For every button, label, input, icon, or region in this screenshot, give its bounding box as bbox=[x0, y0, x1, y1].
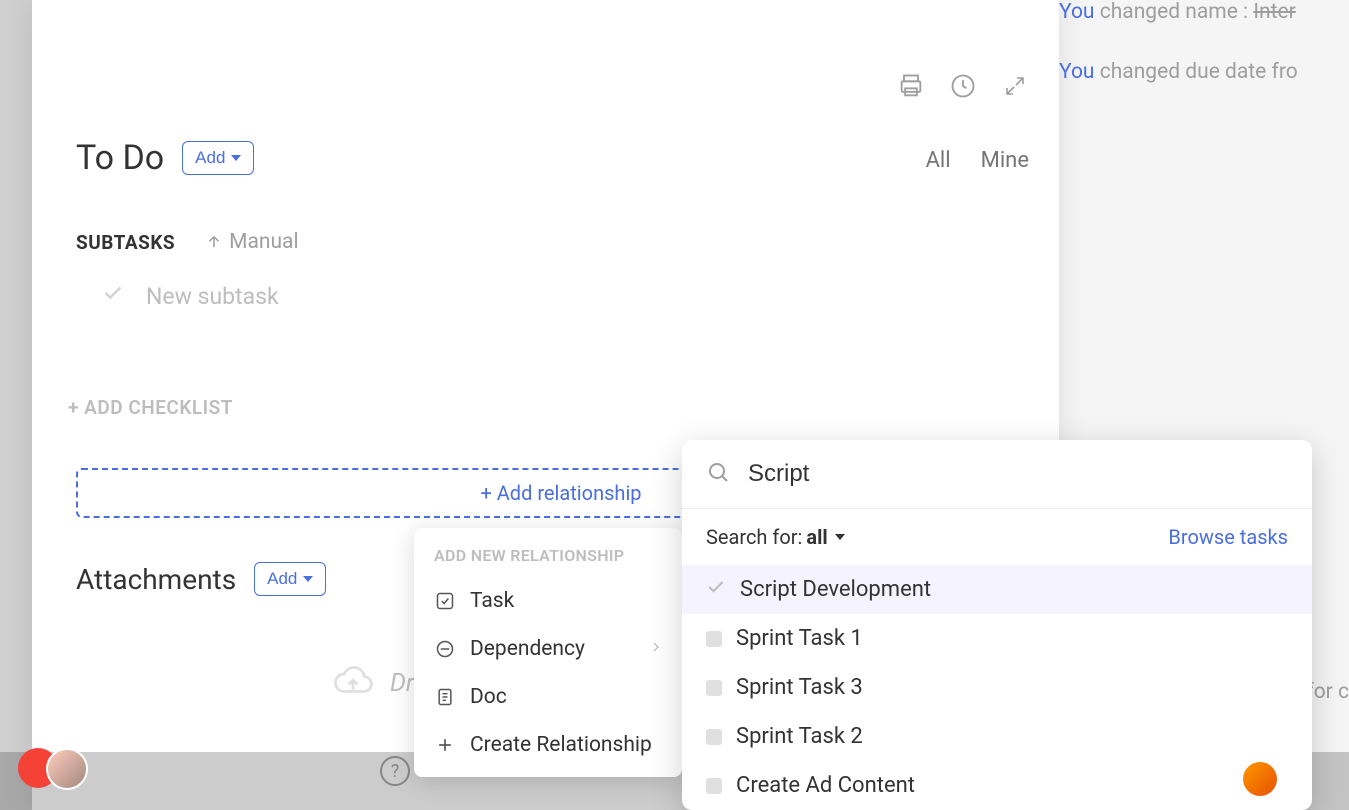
heading-row: To Do Add bbox=[76, 138, 254, 178]
search-results-list: Script Development Sprint Task 1 Sprint Ta… bbox=[682, 565, 1312, 810]
new-subtask-row[interactable]: New subtask bbox=[102, 282, 279, 310]
subtasks-sort-button[interactable]: Manual bbox=[205, 230, 298, 254]
help-icon[interactable]: ? bbox=[380, 756, 410, 786]
user-avatar[interactable] bbox=[1243, 762, 1277, 796]
search-result-label: Sprint Task 2 bbox=[736, 724, 863, 749]
attachments-header: Attachments Add bbox=[76, 562, 326, 596]
print-icon[interactable] bbox=[897, 72, 925, 100]
activity-actor: You bbox=[1059, 60, 1095, 84]
status-square-icon bbox=[706, 631, 722, 647]
rel-option-dependency[interactable]: Dependency bbox=[414, 625, 682, 673]
rel-option-doc[interactable]: Doc bbox=[414, 673, 682, 721]
status-square-icon bbox=[706, 778, 722, 794]
status-square-icon bbox=[706, 729, 722, 745]
rel-option-label: Task bbox=[470, 589, 514, 613]
dropzone-text: Dr bbox=[390, 669, 414, 698]
activity-filter-tabs: All Mine bbox=[926, 148, 1029, 173]
search-input[interactable] bbox=[748, 460, 1288, 488]
tab-all[interactable]: All bbox=[926, 148, 951, 173]
attachments-add-label: Add bbox=[267, 569, 297, 589]
cloud-upload-icon bbox=[332, 660, 374, 706]
panel-top-icons bbox=[897, 72, 1029, 100]
task-icon bbox=[434, 590, 456, 612]
history-icon[interactable] bbox=[949, 72, 977, 100]
chevron-down-icon bbox=[835, 534, 845, 540]
sort-up-icon bbox=[205, 233, 223, 251]
new-subtask-placeholder: New subtask bbox=[146, 283, 279, 310]
activity-old-value: Inter bbox=[1253, 0, 1295, 24]
attachment-dropzone[interactable]: Dr bbox=[332, 660, 414, 706]
add-checklist-button[interactable]: + ADD CHECKLIST bbox=[68, 396, 233, 419]
activity-entry: You changed name : Inter bbox=[1059, 0, 1349, 24]
search-scope[interactable]: Search for: all bbox=[706, 525, 845, 549]
plus-icon bbox=[434, 734, 456, 756]
search-header bbox=[682, 440, 1312, 509]
avatar bbox=[46, 748, 88, 790]
checkmark-icon bbox=[706, 577, 726, 602]
rel-option-create[interactable]: Create Relationship bbox=[414, 721, 682, 769]
search-result-label: Sprint Task 3 bbox=[736, 675, 863, 700]
activity-truncated-text: for c bbox=[1306, 680, 1349, 704]
attachments-add-button[interactable]: Add bbox=[254, 562, 326, 596]
page-title: To Do bbox=[76, 138, 164, 178]
subtasks-label: SUBTASKS bbox=[76, 231, 175, 254]
presence-avatars[interactable] bbox=[18, 748, 80, 788]
search-result-item[interactable]: Sprint Task 2 bbox=[682, 712, 1312, 761]
add-button-label: Add bbox=[195, 148, 225, 168]
activity-text: changed due date fro bbox=[1095, 60, 1298, 84]
activity-actor: You bbox=[1059, 0, 1095, 24]
search-for-prefix: Search for: bbox=[706, 525, 802, 549]
search-result-item[interactable]: Create Ad Content bbox=[682, 761, 1312, 810]
backdrop-dim bbox=[0, 0, 32, 810]
relationship-menu-title: ADD NEW RELATIONSHIP bbox=[414, 546, 682, 577]
rel-option-label: Doc bbox=[470, 685, 507, 709]
search-result-item[interactable]: Sprint Task 1 bbox=[682, 614, 1312, 663]
dependency-icon bbox=[434, 638, 456, 660]
task-search-panel: Search for: all Browse tasks Script Deve… bbox=[682, 440, 1312, 810]
status-square-icon bbox=[706, 680, 722, 696]
chevron-right-icon bbox=[648, 637, 664, 661]
search-result-item[interactable]: Sprint Task 3 bbox=[682, 663, 1312, 712]
relationship-type-menu: ADD NEW RELATIONSHIP Task Dependency Doc… bbox=[414, 528, 682, 777]
activity-text: changed name : bbox=[1095, 0, 1254, 24]
search-sub-row: Search for: all Browse tasks bbox=[682, 509, 1312, 565]
activity-feed: You changed name : Inter You changed due… bbox=[1059, 0, 1349, 120]
search-icon bbox=[706, 460, 730, 488]
doc-icon bbox=[434, 686, 456, 708]
search-for-value: all bbox=[806, 525, 827, 549]
search-result-item[interactable]: Script Development bbox=[682, 565, 1312, 614]
rel-option-label: Create Relationship bbox=[470, 733, 652, 757]
subtasks-header: SUBTASKS Manual bbox=[76, 230, 299, 254]
rel-option-task[interactable]: Task bbox=[414, 577, 682, 625]
checkmark-icon bbox=[102, 282, 124, 310]
browse-tasks-link[interactable]: Browse tasks bbox=[1168, 525, 1288, 549]
search-result-label: Create Ad Content bbox=[736, 773, 915, 798]
subtasks-sort-label: Manual bbox=[229, 230, 298, 254]
search-result-label: Sprint Task 1 bbox=[736, 626, 863, 651]
add-button[interactable]: Add bbox=[182, 141, 254, 175]
activity-entry: You changed due date fro bbox=[1059, 60, 1349, 84]
rel-option-label: Dependency bbox=[470, 637, 585, 661]
search-result-label: Script Development bbox=[740, 577, 931, 602]
expand-icon[interactable] bbox=[1001, 72, 1029, 100]
tab-mine[interactable]: Mine bbox=[981, 148, 1029, 173]
attachments-label: Attachments bbox=[76, 563, 236, 596]
add-relationship-label: + Add relationship bbox=[480, 481, 641, 505]
